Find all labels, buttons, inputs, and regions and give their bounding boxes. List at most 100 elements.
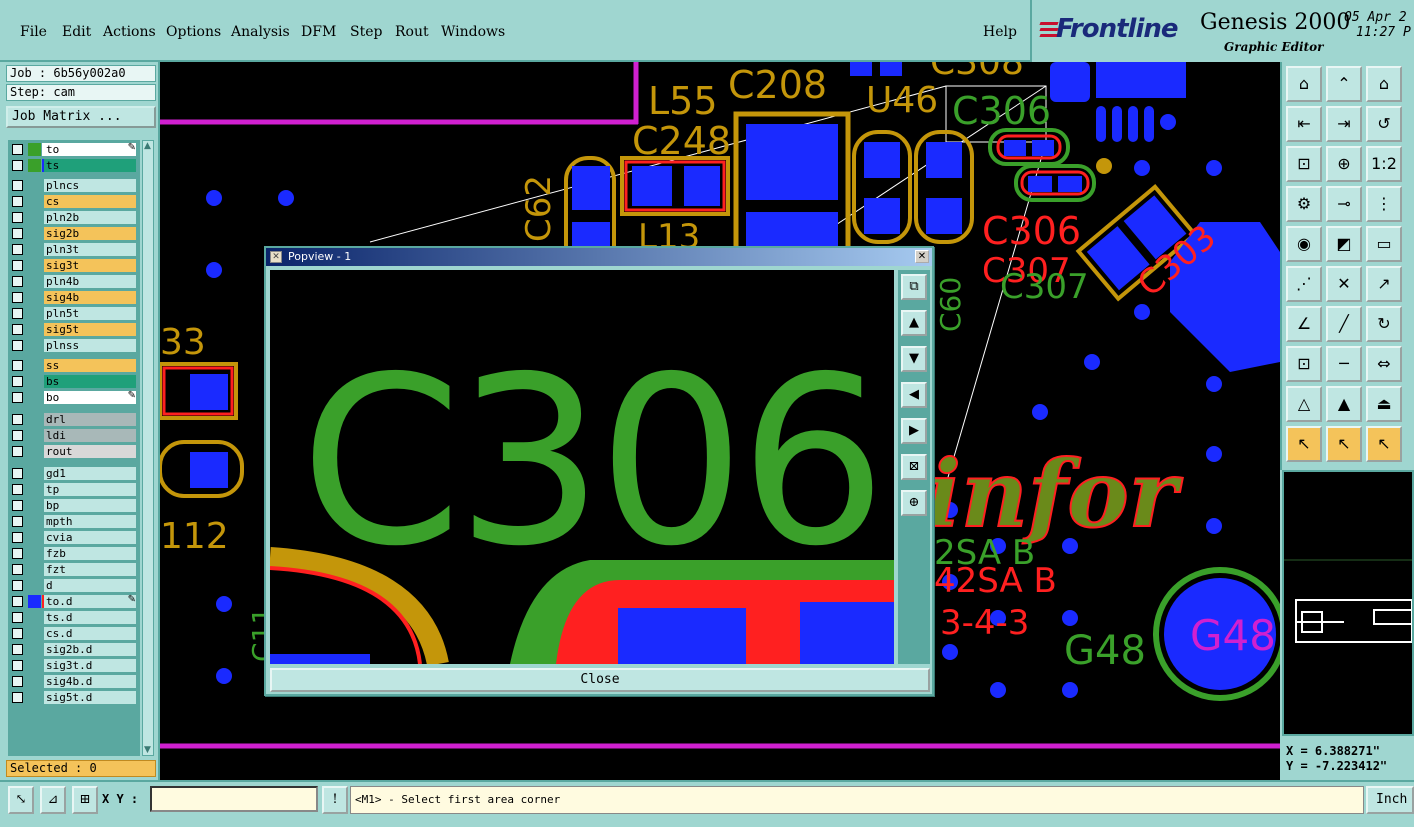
layer-name[interactable]: cs.d (44, 627, 136, 640)
layer-display-checkbox[interactable] (12, 392, 23, 403)
scale-icon[interactable]: 1:2 (1366, 146, 1402, 182)
snap-mode-icon[interactable]: ⤡ (8, 786, 34, 814)
layer-name[interactable]: sig2b (44, 227, 136, 240)
layer-display-checkbox[interactable] (12, 692, 23, 703)
layer-name[interactable]: gd1 (44, 467, 136, 480)
xy-input[interactable] (150, 786, 318, 812)
layer-display-checkbox[interactable] (12, 644, 23, 655)
zoom-center-icon[interactable]: ⊕ (1326, 146, 1362, 182)
menu-analysis[interactable]: Analysis (231, 24, 290, 40)
layer-row[interactable]: d (8, 578, 140, 593)
layer-color-swatch[interactable] (28, 595, 41, 608)
pointer-icon[interactable]: ↖ (1286, 426, 1322, 462)
cross-icon[interactable]: ✕ (1326, 266, 1362, 302)
layer-display-checkbox[interactable] (12, 308, 23, 319)
layer-row[interactable]: to.d ✎ (8, 594, 140, 609)
layer-row[interactable]: ss (8, 358, 140, 373)
layer-row[interactable]: sig3t.d (8, 658, 140, 673)
pad-icon[interactable]: ⊡ (1286, 346, 1322, 382)
layer-display-checkbox[interactable] (12, 660, 23, 671)
layer-display-checkbox[interactable] (12, 244, 23, 255)
menu-step[interactable]: Step (350, 24, 382, 40)
layer-display-checkbox[interactable] (12, 468, 23, 479)
layer-name[interactable]: pln3t (44, 243, 136, 256)
layer-name[interactable]: rout (44, 445, 136, 458)
layer-row[interactable]: sig5t.d (8, 690, 140, 705)
layer-display-checkbox[interactable] (12, 180, 23, 191)
menu-file[interactable]: File (20, 24, 47, 40)
pan-up-icon[interactable]: ▲ (901, 310, 927, 336)
layer-name[interactable]: sig4b (44, 291, 136, 304)
ruler-icon[interactable]: ▭ (1366, 226, 1402, 262)
trace-icon[interactable]: ─ (1326, 346, 1362, 382)
layer-row[interactable]: bp (8, 498, 140, 513)
scroll-up-icon[interactable]: ▲ (144, 141, 151, 151)
layer-display-checkbox[interactable] (12, 340, 23, 351)
layer-name[interactable]: drl (44, 413, 136, 426)
layer-row[interactable]: pln5t (8, 306, 140, 321)
layer-display-checkbox[interactable] (12, 532, 23, 543)
layer-row[interactable]: pln3t (8, 242, 140, 257)
angle-icon[interactable]: ∠ (1286, 306, 1322, 342)
layer-name[interactable]: sig5t (44, 323, 136, 336)
layer-name[interactable]: sig5t.d (44, 691, 136, 704)
layer-display-checkbox[interactable] (12, 612, 23, 623)
layer-display-checkbox[interactable] (12, 548, 23, 559)
layer-name[interactable]: pln2b (44, 211, 136, 224)
right-icon[interactable]: ⇥ (1326, 106, 1362, 142)
units-button[interactable]: Inch (1366, 786, 1414, 814)
layer-row[interactable]: sig4b.d (8, 674, 140, 689)
layer-display-checkbox[interactable] (12, 676, 23, 687)
layer-name[interactable]: fzt (44, 563, 136, 576)
menu-options[interactable]: Options (166, 24, 221, 40)
layer-name[interactable]: cs (44, 195, 136, 208)
layer-display-checkbox[interactable] (12, 360, 23, 371)
layer-color-swatch[interactable] (28, 159, 41, 172)
layer-row[interactable]: bs (8, 374, 140, 389)
menu-actions[interactable]: Actions (103, 24, 156, 40)
layer-name[interactable]: plncs (44, 179, 136, 192)
layer-name[interactable]: sig3t.d (44, 659, 136, 672)
layer-name[interactable]: cvia (44, 531, 136, 544)
layer-display-checkbox[interactable] (12, 144, 23, 155)
layer-name[interactable]: sig2b.d (44, 643, 136, 656)
layer-row[interactable]: pln4b (8, 274, 140, 289)
layer-display-checkbox[interactable] (12, 228, 23, 239)
layer-name[interactable]: to (44, 143, 136, 156)
layer-display-checkbox[interactable] (12, 414, 23, 425)
measure-icon[interactable]: ⇔ (1366, 346, 1402, 382)
select-icon[interactable]: ◉ (1286, 226, 1322, 262)
layer-name[interactable]: bp (44, 499, 136, 512)
window-menu-icon[interactable]: ✕ (270, 251, 282, 263)
rotate-icon[interactable]: ↺ (1366, 106, 1402, 142)
layer-display-checkbox[interactable] (12, 484, 23, 495)
layer-row[interactable]: fzt (8, 562, 140, 577)
layer-row[interactable]: drl (8, 412, 140, 427)
layer-display-checkbox[interactable] (12, 628, 23, 639)
layer-row[interactable]: to ✎ (8, 142, 140, 157)
layer-name[interactable]: mpth (44, 515, 136, 528)
layer-row[interactable]: mpth (8, 514, 140, 529)
layer-row[interactable]: gd1 (8, 466, 140, 481)
layer-display-checkbox[interactable] (12, 196, 23, 207)
layer-row[interactable]: cs (8, 194, 140, 209)
layer-row[interactable]: bo ✎ (8, 390, 140, 405)
layer-name[interactable]: bo (44, 391, 136, 404)
layer-display-checkbox[interactable] (12, 276, 23, 287)
layer-display-checkbox[interactable] (12, 516, 23, 527)
layer-row[interactable]: ldi (8, 428, 140, 443)
measure-mode-icon[interactable]: ⊿ (40, 786, 66, 814)
job-matrix-button[interactable]: Job Matrix ... (6, 106, 156, 128)
scroll-down-icon[interactable]: ▼ (144, 745, 151, 755)
pan-right-icon[interactable]: ▶ (901, 418, 927, 444)
zoom-in-icon[interactable]: ⊡ (1286, 146, 1322, 182)
layer-row[interactable]: sig2b.d (8, 642, 140, 657)
layer-display-checkbox[interactable] (12, 260, 23, 271)
layer-name[interactable]: fzb (44, 547, 136, 560)
layer-row[interactable]: fzb (8, 546, 140, 561)
layer-name[interactable]: sig3t (44, 259, 136, 272)
menu-edit[interactable]: Edit (62, 24, 91, 40)
layer-display-checkbox[interactable] (12, 430, 23, 441)
layers-icon[interactable]: ⋮ (1366, 186, 1402, 222)
layer-row[interactable]: sig3t (8, 258, 140, 273)
